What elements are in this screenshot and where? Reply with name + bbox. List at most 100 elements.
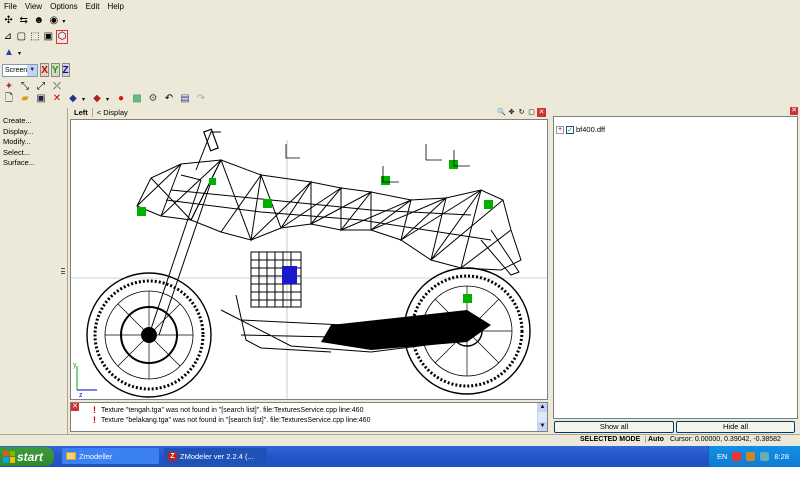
expand-icon[interactable]: + xyxy=(556,125,564,134)
chevron-down-icon[interactable]: ▾ xyxy=(82,96,88,103)
close-icon[interactable]: ✕ xyxy=(537,108,546,117)
zmodeler-icon: Z xyxy=(168,451,177,461)
show-all-button[interactable]: Show all xyxy=(554,421,674,433)
menubar: File View Options Edit Help xyxy=(0,0,800,13)
open-folder-icon[interactable]: ▰ xyxy=(18,92,32,106)
tree-node-label[interactable]: bf400.dff xyxy=(576,125,605,134)
task-zmodeler-app[interactable]: Z ZModeler ver 2.2.4 (... xyxy=(164,448,267,464)
delete-icon[interactable]: ✕ xyxy=(50,92,64,106)
texture-icon[interactable]: ▩ xyxy=(130,92,144,106)
toolbar-row-3: ▲ ▾ xyxy=(0,45,68,61)
redo-icon[interactable]: ↷ xyxy=(194,92,208,106)
face-mode-icon[interactable]: ⬚ xyxy=(29,30,41,44)
windows-flag-icon xyxy=(3,450,15,463)
record-icon[interactable]: ● xyxy=(114,92,128,106)
rotate-icon[interactable]: ↻ xyxy=(517,108,526,117)
settings-icon[interactable]: ⚙ xyxy=(146,92,160,106)
clipboard-icon[interactable]: ▤ xyxy=(178,92,192,106)
taskbar-bottom-strip xyxy=(0,467,800,480)
tree-node[interactable]: + ✓ bf400.dff xyxy=(556,125,605,134)
log-panel: ✕ ! Texture "tengah.tga" was not found i… xyxy=(70,402,548,432)
move-tool-icon[interactable]: ⇆ xyxy=(17,14,30,28)
security-icon[interactable] xyxy=(746,452,756,461)
log-message-text: Texture "belakang.tga" was not found in … xyxy=(101,416,371,424)
chevron-down-icon[interactable]: ▾ xyxy=(106,96,112,103)
import-icon[interactable]: ◆ xyxy=(66,92,80,106)
task-label: Zmodeller xyxy=(79,451,113,461)
command-select[interactable]: Select... xyxy=(0,148,67,159)
selected-object[interactable] xyxy=(282,266,297,284)
axis-indicator: y z xyxy=(73,362,97,399)
pivot-gizmos xyxy=(285,144,470,183)
axis-x-button[interactable]: X xyxy=(40,63,49,77)
scene-tree[interactable]: + ✓ bf400.dff xyxy=(553,116,798,419)
zoom-icon[interactable]: 🔍 xyxy=(497,108,506,117)
language-indicator[interactable]: EN xyxy=(717,452,727,461)
chevron-down-icon: ▼ xyxy=(27,64,38,76)
export-icon[interactable]: ◆ xyxy=(90,92,104,106)
select-tool-icon[interactable]: ✣ xyxy=(2,14,15,28)
object-mode-icon[interactable]: ▣ xyxy=(43,30,55,44)
network-icon[interactable] xyxy=(760,452,770,461)
coord-system-select[interactable]: Screen ▼ xyxy=(2,63,39,77)
coord-system-value: Screen xyxy=(5,66,28,74)
log-scrollbar[interactable]: ▲ ▼ xyxy=(537,403,547,431)
maximize-icon[interactable]: ▢ xyxy=(527,108,536,117)
cursor-readout: Cursor: 0.00000, 0.39042, -0.38582 xyxy=(670,436,781,443)
axis-y-button[interactable]: Y xyxy=(50,63,60,77)
menu-options[interactable]: Options xyxy=(48,2,84,11)
vertex-mode-icon[interactable]: ⊿ xyxy=(2,30,14,44)
folder-icon xyxy=(66,452,76,460)
clock: 8:28 xyxy=(774,452,790,461)
panel-splitter-grip[interactable] xyxy=(61,268,65,274)
command-display[interactable]: Display... xyxy=(0,127,67,138)
selection-mode-icon[interactable]: ⬡ xyxy=(56,30,68,44)
close-icon[interactable]: ✕ xyxy=(790,107,798,115)
error-icon: ! xyxy=(93,405,96,415)
visibility-checkbox[interactable]: ✓ xyxy=(566,125,574,134)
command-modify[interactable]: Modify... xyxy=(0,137,67,148)
pyramid-icon[interactable]: ▲ xyxy=(2,46,16,60)
viewport-left[interactable]: y z xyxy=(70,119,548,400)
chevron-down-icon[interactable]: ▾ xyxy=(62,18,68,25)
log-message: ! Texture "tengah.tga" was not found in … xyxy=(93,405,363,415)
save-icon[interactable]: ▣ xyxy=(34,92,48,106)
antivirus-icon[interactable] xyxy=(732,452,742,461)
viewport-display-menu[interactable]: < Display xyxy=(93,108,128,117)
command-surface[interactable]: Surface... xyxy=(0,158,67,169)
start-label: start xyxy=(17,449,44,464)
status-bar: SELECTED MODE Auto Cursor: 0.00000, 0.39… xyxy=(0,434,800,446)
system-tray: EN 8:28 xyxy=(708,446,800,467)
menu-help[interactable]: Help xyxy=(105,2,129,11)
auto-status[interactable]: Auto xyxy=(645,436,664,443)
taskbar: start Zmodeller Z ZModeler ver 2.2.4 (..… xyxy=(0,446,800,480)
toolbar-row-1: ✣ ⇆ ☻ ◉ ▾ xyxy=(0,13,68,29)
command-create[interactable]: Create... xyxy=(0,116,67,127)
start-button[interactable]: start xyxy=(0,447,54,466)
hide-all-button[interactable]: Hide all xyxy=(676,421,795,433)
new-file-icon[interactable]: 🗋 xyxy=(2,92,16,106)
globe-tool-icon[interactable]: ◉ xyxy=(47,14,60,28)
menu-file[interactable]: File xyxy=(2,2,23,11)
viewport-name[interactable]: Left xyxy=(70,108,93,117)
axis-z-button[interactable]: Z xyxy=(61,63,70,77)
chevron-down-icon[interactable]: ▾ xyxy=(18,50,24,57)
task-zmodeller-folder[interactable]: Zmodeller xyxy=(62,448,159,464)
toolbar-row-4: Screen ▼ X Y Z xyxy=(0,61,70,79)
selection-mode-status: SELECTED MODE xyxy=(580,436,641,443)
main-toolbar: 🗋 ▰ ▣ ✕ ◆ ▾ ◆ ▾ ● ▩ ⚙ ↶ ▤ ↷ xyxy=(0,92,800,106)
scene-panel-header: ✕ xyxy=(553,107,800,116)
menu-edit[interactable]: Edit xyxy=(84,2,106,11)
pan-icon[interactable]: ✥ xyxy=(507,108,516,117)
viewport-header: Left < Display 🔍 ✥ ↻ ▢ ✕ xyxy=(70,107,548,118)
toolbar-column: ✣ ⇆ ☻ ◉ ▾ ⊿ ▢ ⬚ ▣ ⬡ ▲ ▾ Screen ▼ X Y Z ✦… xyxy=(0,13,70,95)
toolbar-row-2: ⊿ ▢ ⬚ ▣ ⬡ xyxy=(0,29,68,45)
run-tool-icon[interactable]: ☻ xyxy=(32,14,45,28)
scroll-down-icon[interactable]: ▼ xyxy=(538,422,547,431)
undo-icon[interactable]: ↶ xyxy=(162,92,176,106)
log-message: ! Texture "belakang.tga" was not found i… xyxy=(93,415,370,425)
menu-view[interactable]: View xyxy=(23,2,48,11)
scroll-up-icon[interactable]: ▲ xyxy=(538,403,547,412)
edge-mode-icon[interactable]: ▢ xyxy=(16,30,28,44)
close-icon[interactable]: ✕ xyxy=(71,403,79,411)
